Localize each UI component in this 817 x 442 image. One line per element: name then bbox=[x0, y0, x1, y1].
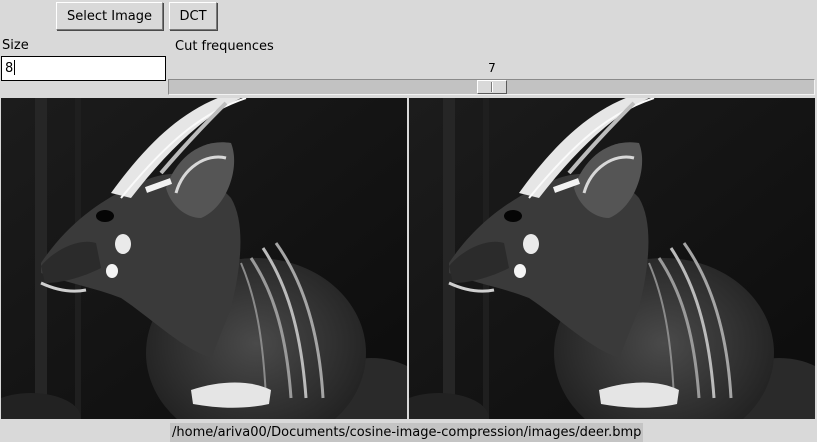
original-image bbox=[1, 98, 407, 419]
cut-frequences-value: 7 bbox=[488, 61, 496, 75]
deer-photo bbox=[409, 98, 815, 419]
select-image-button[interactable]: Select Image bbox=[56, 2, 163, 30]
deer-photo bbox=[1, 98, 407, 419]
size-input[interactable]: 8 bbox=[1, 56, 166, 81]
dct-button[interactable]: DCT bbox=[169, 2, 217, 30]
cut-frequences-label: Cut frequences bbox=[175, 39, 274, 54]
cut-frequences-slider-thumb[interactable] bbox=[477, 80, 507, 94]
compressed-image bbox=[409, 98, 815, 419]
size-input-value: 8 bbox=[5, 61, 14, 76]
file-path-label: /home/ariva00/Documents/cosine-image-com… bbox=[170, 423, 644, 442]
text-cursor bbox=[14, 60, 16, 75]
size-label: Size bbox=[2, 38, 29, 53]
